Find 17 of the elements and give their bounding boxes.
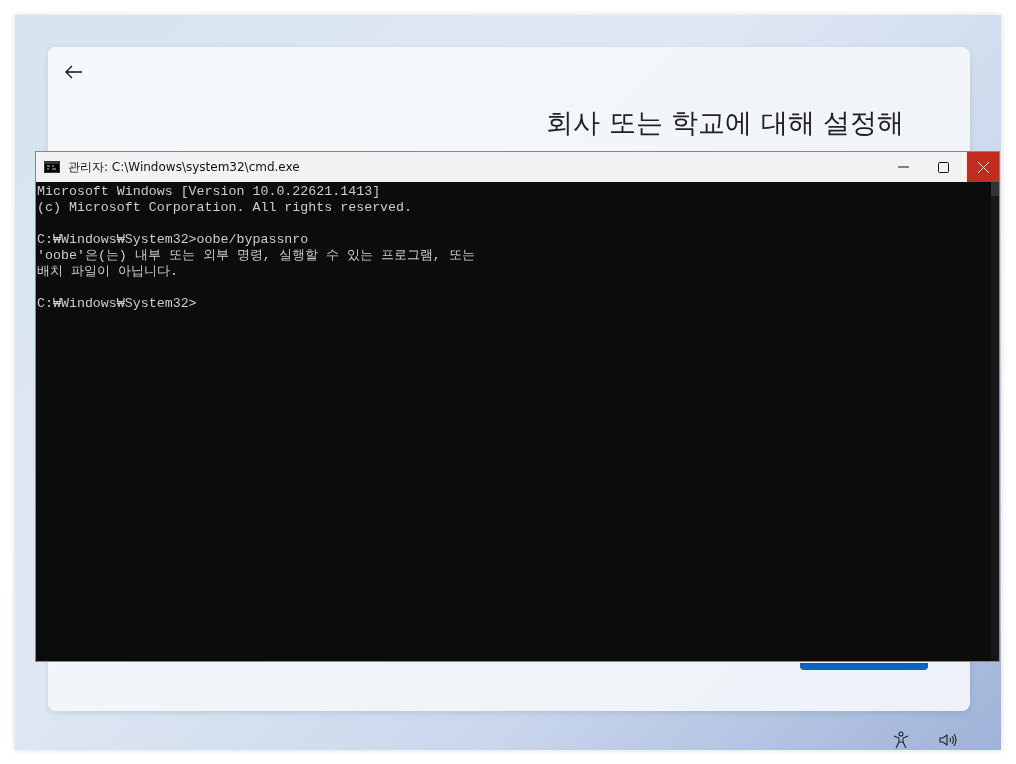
- close-icon: [977, 161, 989, 173]
- maximize-icon: [937, 161, 949, 173]
- minimize-icon: [897, 166, 909, 168]
- page-heading: 회사 또는 학교에 대해 설정해: [546, 107, 905, 140]
- console-icon: [44, 161, 60, 173]
- scrollbar[interactable]: [991, 182, 999, 661]
- accessibility-icon[interactable]: [892, 731, 910, 749]
- console-line: 'oobe'은(는) 내부 또는 외부 명령, 실행할 수 있는 프로그램, 또는: [37, 248, 476, 264]
- console-line: 배치 파일이 아닙니다.: [37, 264, 179, 280]
- back-arrow-icon[interactable]: [65, 65, 83, 79]
- console-line: (c) Microsoft Corporation. All rights reserved.: [37, 200, 414, 216]
- close-button[interactable]: [967, 152, 999, 182]
- console-line: C:₩Windows₩System32>: [37, 296, 198, 312]
- window-title: 관리자: C:\Windows\system32\cmd.exe: [68, 159, 300, 176]
- console-line: Microsoft Windows [Version 10.0.22621.1413]: [37, 184, 382, 200]
- console-line: C:₩Windows₩System32>oobe/bypassnro: [37, 232, 310, 248]
- volume-icon[interactable]: [939, 731, 957, 749]
